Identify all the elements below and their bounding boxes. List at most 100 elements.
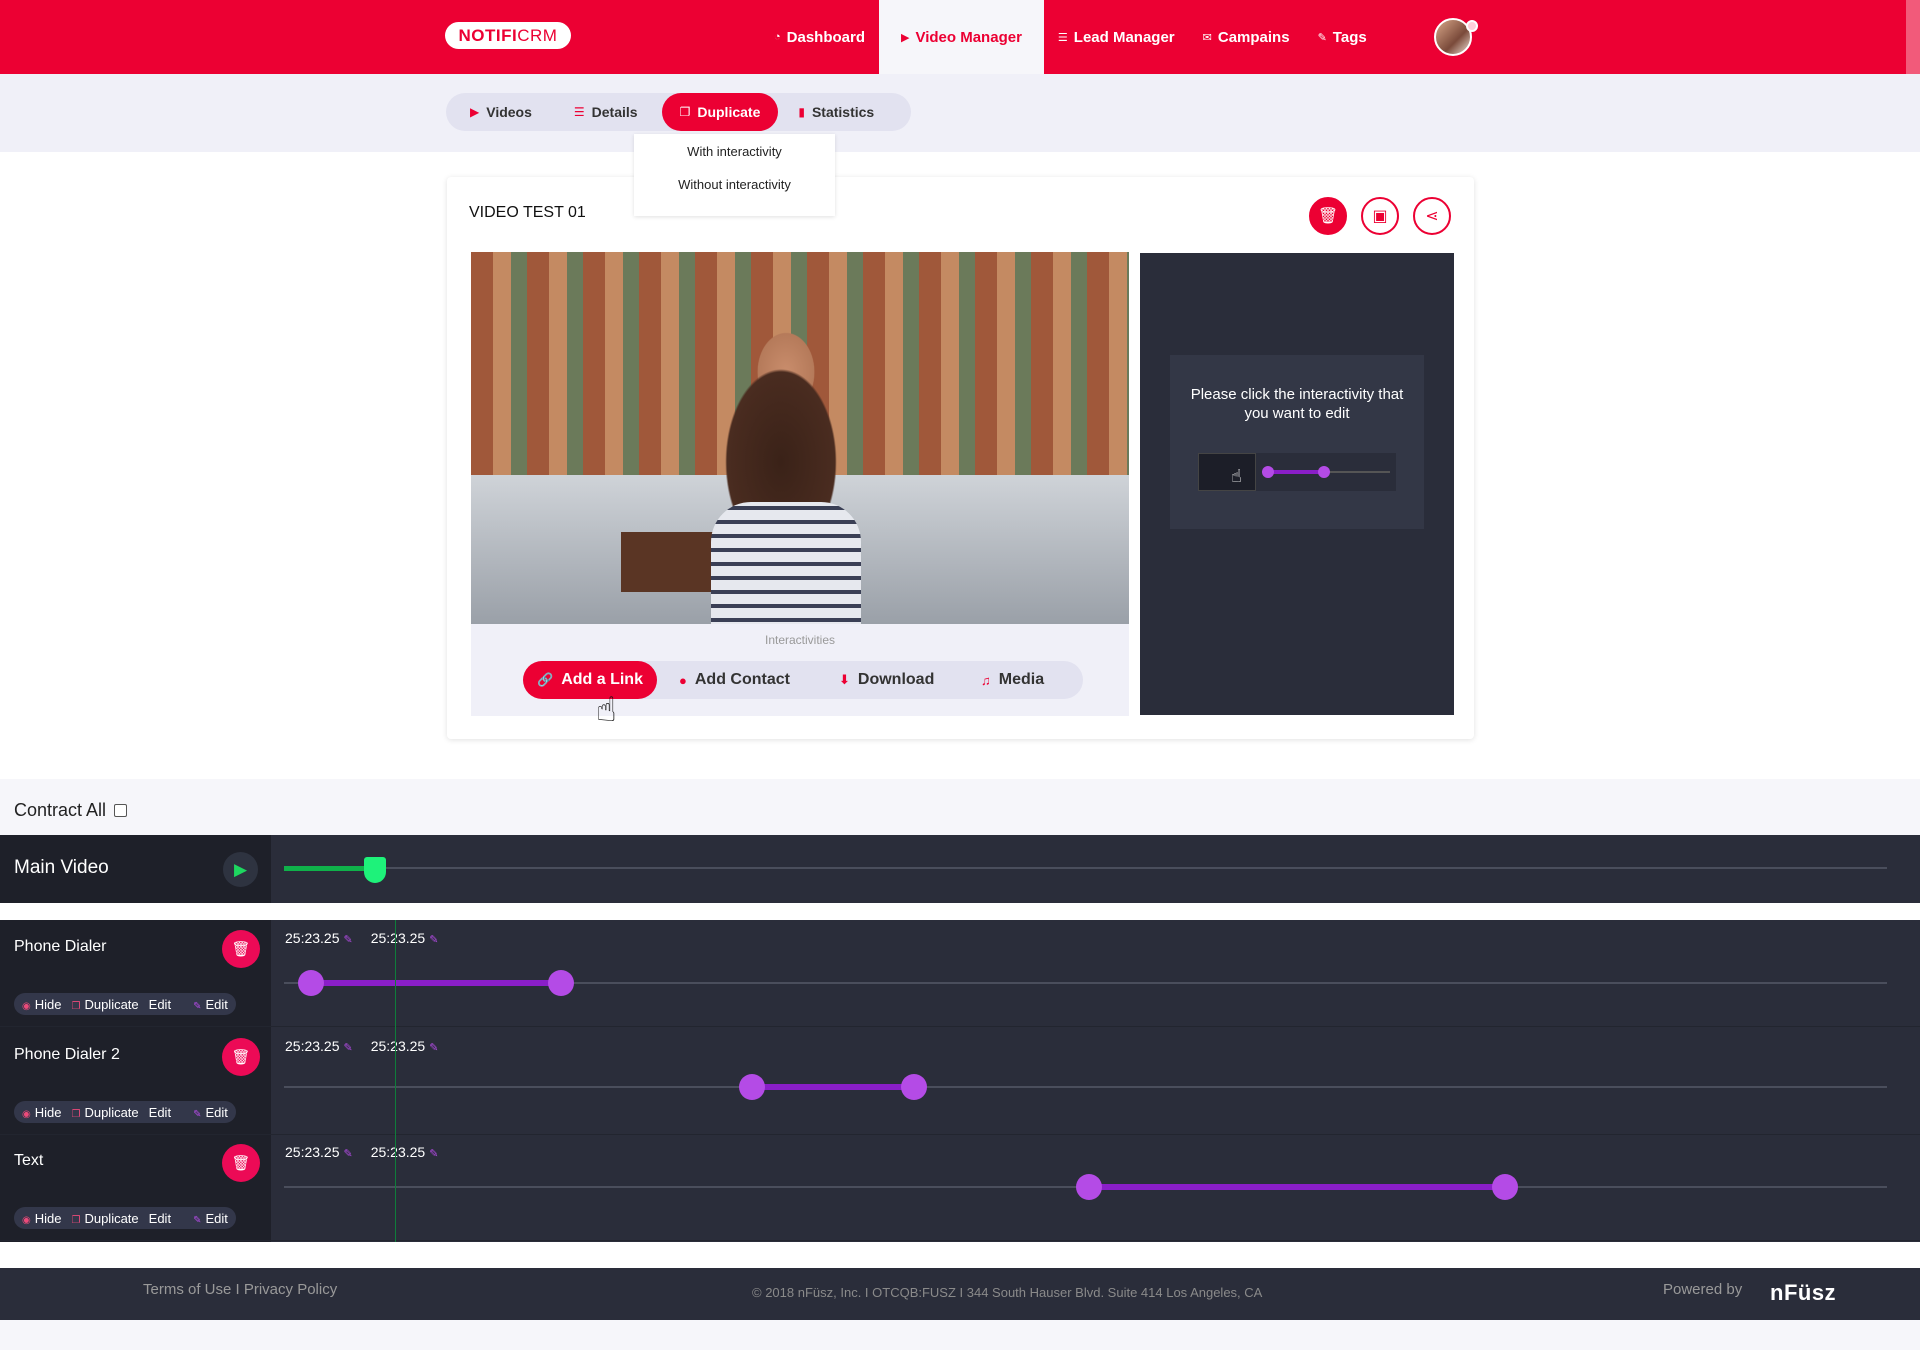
download-button[interactable]: ⬇ Download (839, 661, 934, 699)
video-card: VIDEO TEST 01 🗑 ▣ ⋖ Interactivities 🔗 Add… (447, 177, 1474, 739)
segment-start-handle[interactable] (298, 970, 325, 996)
contract-all-checkbox[interactable] (114, 804, 128, 817)
nav-dashboard[interactable]: ◔ Dashboard (760, 0, 879, 74)
nav-video-manager[interactable]: ▶ Video Manager (879, 0, 1044, 74)
nav-label: Dashboard (786, 28, 866, 46)
tab-label: Details (591, 104, 638, 120)
action-label: Edit (205, 1210, 228, 1226)
powered-by-label: Powered by (1663, 1281, 1743, 1298)
start-time[interactable]: 25:23.25 ✎ (285, 1144, 353, 1160)
row-delete-button[interactable]: 🗑 (222, 1038, 260, 1076)
tab-statistics[interactable]: ▮ Statistics (778, 93, 890, 131)
row-name: Phone Dialer 2 (14, 1046, 120, 1063)
copy-icon: ❐ (71, 1214, 81, 1226)
media-button[interactable]: ♫ Media (981, 661, 1044, 699)
trash-icon: 🗑 (231, 1049, 251, 1066)
footer-links[interactable]: Terms of Use I Privacy Policy (143, 1281, 337, 1298)
add-link-button[interactable]: 🔗 Add a Link (523, 661, 657, 699)
tab-details[interactable]: ☰ Details (558, 93, 662, 131)
video-player[interactable] (471, 252, 1129, 624)
edit-action-2[interactable]: ✎ Edit (193, 1105, 228, 1120)
time-label: 25:23.25 (285, 1144, 340, 1160)
eye-icon: ◉ (22, 1108, 31, 1120)
edit-action-2[interactable]: ✎ Edit (193, 997, 228, 1012)
row-delete-button[interactable]: 🗑 (222, 930, 260, 968)
start-time[interactable]: 25:23.25 ✎ (285, 930, 353, 946)
row-segment[interactable] (311, 980, 562, 986)
logo-text: NOTIFI (458, 25, 518, 45)
logo-text-light: CRM (517, 25, 558, 45)
button-label: Media (998, 671, 1045, 688)
hide-action[interactable]: ◉ Hide (22, 1105, 61, 1120)
delete-button[interactable]: 🗑 (1309, 197, 1347, 235)
tab-label: Statistics (811, 104, 875, 120)
nav-lead-manager[interactable]: ☰ Lead Manager (1044, 0, 1189, 74)
segment-end-handle[interactable] (548, 970, 575, 996)
play-icon: ▶ (901, 31, 910, 44)
end-time[interactable]: 25:23.25 ✎ (371, 930, 439, 946)
edit-action[interactable]: Edit (149, 1211, 171, 1226)
share-button[interactable]: ⋖ (1413, 197, 1451, 235)
row-segment[interactable] (1088, 1184, 1506, 1190)
action-label: Edit (148, 996, 172, 1012)
mini-dot-end (1318, 466, 1330, 478)
hide-action[interactable]: ◉ Hide (22, 997, 61, 1012)
edit-action[interactable]: Edit (149, 1105, 171, 1120)
end-time[interactable]: 25:23.25 ✎ (371, 1038, 439, 1054)
save-button[interactable]: ▣ (1361, 197, 1399, 235)
segment-end-handle[interactable] (900, 1074, 927, 1100)
interactivities-label: Interactivities (764, 633, 836, 647)
contract-all-label: Contract All (14, 800, 107, 820)
video-title: VIDEO TEST 01 (469, 204, 586, 221)
row-delete-button[interactable]: 🗑 (222, 1144, 260, 1182)
tab-duplicate[interactable]: ❐ Duplicate (661, 93, 779, 131)
pencil-icon: ✎ (193, 1214, 202, 1226)
edit-action[interactable]: Edit (149, 997, 171, 1012)
tab-label: Videos (486, 104, 532, 120)
segment-end-handle[interactable] (1492, 1174, 1519, 1200)
segment-start-handle[interactable] (739, 1074, 766, 1100)
start-time[interactable]: 25:23.25 ✎ (285, 1038, 353, 1054)
nav-campains[interactable]: ✉ Campains (1189, 0, 1304, 74)
app-logo[interactable]: NOTIFI CRM (445, 22, 571, 49)
action-label: Edit (148, 1210, 172, 1226)
top-navbar: NOTIFI CRM ◔ Dashboard ▶ Video Manager ☰ Lea… (0, 0, 1920, 74)
nav-label: Video Manager (915, 28, 1022, 46)
interactivities-panel: Interactivities 🔗 Add a Link ● Add Contact… (471, 624, 1129, 716)
row-segment[interactable] (752, 1084, 914, 1090)
nav-label: Lead Manager (1073, 28, 1175, 46)
spacer (0, 1242, 1920, 1268)
time-label: 25:23.25 (370, 1144, 426, 1160)
action-label: Edit (205, 1104, 228, 1120)
edit-action-2[interactable]: ✎ Edit (193, 1211, 228, 1226)
play-button[interactable]: ▶ (223, 852, 258, 887)
add-contact-button[interactable]: ● Add Contact (679, 661, 790, 699)
segment-start-handle[interactable] (1075, 1174, 1102, 1200)
duplicate-action[interactable]: ❐ Duplicate (71, 1105, 138, 1120)
tab-label: Duplicate (697, 104, 761, 120)
main-video-label: Main Video (14, 857, 109, 878)
mini-thumbnail: ☝ (1198, 453, 1256, 491)
tab-videos[interactable]: ▶ Videos (446, 93, 558, 131)
action-label: Hide (34, 1210, 62, 1226)
save-icon: ▣ (1372, 208, 1388, 225)
action-label: Duplicate (84, 1104, 139, 1120)
dropdown-item-with-interactivity[interactable]: With interactivity (634, 144, 835, 159)
nav-tags[interactable]: ✎ Tags (1304, 0, 1381, 74)
duplicate-action[interactable]: ❐ Duplicate (71, 997, 138, 1012)
hand-cursor-icon: ☝ (596, 691, 617, 729)
hide-action[interactable]: ◉ Hide (22, 1211, 61, 1226)
pencil-icon: ✎ (193, 1000, 202, 1012)
row-track[interactable] (284, 1086, 1887, 1088)
pencil-icon: ✎ (193, 1108, 202, 1120)
editor-hint-illustration: ☝ (1198, 453, 1396, 491)
music-icon: ♫ (981, 672, 991, 688)
dropdown-item-without-interactivity[interactable]: Without interactivity (634, 177, 835, 192)
end-time[interactable]: 25:23.25 ✎ (371, 1144, 439, 1160)
main-video-scrubber[interactable] (284, 867, 1887, 869)
duplicate-action[interactable]: ❐ Duplicate (71, 1211, 138, 1226)
eye-icon: ◉ (22, 1214, 31, 1226)
action-label: Edit (205, 996, 228, 1012)
scrubber-handle[interactable] (364, 857, 387, 883)
pencil-icon: ✎ (429, 1042, 439, 1054)
